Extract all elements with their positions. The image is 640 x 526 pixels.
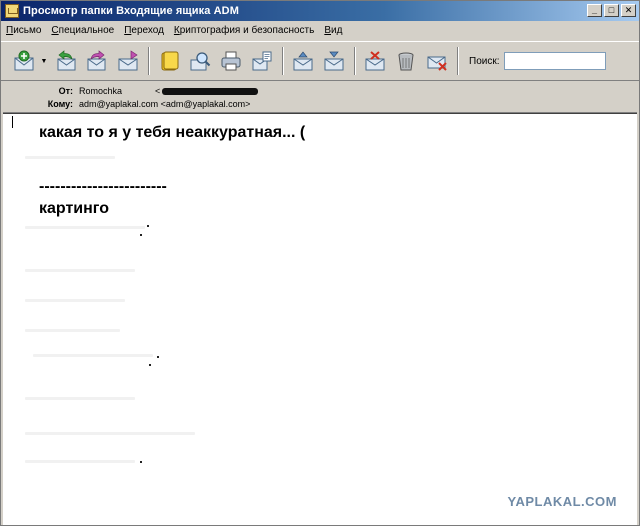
delete-mark-button[interactable] <box>360 46 390 76</box>
toolbar: ▼ Поиск: <box>1 41 639 81</box>
move-up-icon <box>293 51 313 71</box>
close-button[interactable]: ✕ <box>621 4 636 17</box>
menu-letter[interactable]: Письмо <box>1 25 46 36</box>
menu-crypto[interactable]: Криптография и безопасность <box>169 25 319 36</box>
menu-view[interactable]: Вид <box>319 25 347 36</box>
search-input[interactable] <box>503 52 606 70</box>
menu-bar: Письмо Специальное Переход Криптография … <box>1 21 639 40</box>
trash-button[interactable] <box>391 46 421 76</box>
to-row: Кому: adm@yaplakal.com <adm@yaplakal.com… <box>3 97 251 110</box>
chevron-down-icon[interactable]: ▼ <box>40 46 48 76</box>
toolbar-separator <box>148 47 150 75</box>
search-mail-button[interactable] <box>185 46 215 76</box>
maximize-button[interactable]: □ <box>604 4 619 17</box>
from-label: От: <box>58 85 73 96</box>
faint-artifact <box>25 432 195 435</box>
faint-artifact <box>25 156 115 159</box>
yaplakal-watermark: YAPLAKAL.COM <box>507 494 617 509</box>
print-button[interactable] <box>216 46 246 76</box>
speck <box>140 461 142 463</box>
move-up-button[interactable] <box>288 46 318 76</box>
message-headers: От: Romochka < Кому: adm@yaplakal.com <a… <box>3 82 637 113</box>
new-mail-button[interactable] <box>9 46 39 76</box>
faint-artifact <box>25 299 125 302</box>
speck <box>157 356 159 358</box>
menu-go[interactable]: Переход <box>119 25 169 36</box>
send-receive-icon <box>118 50 138 71</box>
send-receive-button[interactable] <box>113 46 143 76</box>
block-icon <box>427 56 447 71</box>
trash-icon <box>398 52 414 71</box>
new-mail-icon <box>14 50 34 71</box>
menu-special[interactable]: Специальное <box>46 25 119 36</box>
notes-icon <box>161 51 179 71</box>
speck <box>140 234 142 236</box>
envelope-app-icon <box>5 4 19 18</box>
block-button[interactable] <box>422 46 452 76</box>
faint-artifact <box>25 329 120 332</box>
from-row: От: Romochka < <box>3 84 259 97</box>
mail-window: Просмотр папки Входящие ящика ADM _ □ ✕ … <box>0 0 640 526</box>
message-signature: картинго <box>39 200 110 217</box>
toolbar-separator <box>457 47 459 75</box>
faint-artifact <box>25 460 135 463</box>
reply-icon <box>57 50 76 71</box>
to-address[interactable]: adm@yaplakal.com <adm@yaplakal.com> <box>79 99 250 109</box>
search-mail-icon <box>190 52 211 71</box>
text-caret <box>12 116 13 128</box>
faint-artifact <box>25 397 135 400</box>
search-label: Поиск: <box>469 55 500 67</box>
reply-button[interactable] <box>51 46 81 76</box>
title-bar[interactable]: Просмотр папки Входящие ящика ADM _ □ ✕ <box>1 1 639 21</box>
window-controls: _ □ ✕ <box>587 4 636 17</box>
faint-artifact <box>25 226 145 229</box>
from-name[interactable]: Romochka <box>79 86 155 96</box>
faint-artifact <box>33 354 153 357</box>
from-address[interactable]: < <box>155 86 259 96</box>
move-down-icon <box>324 51 344 71</box>
minimize-button[interactable]: _ <box>587 4 602 17</box>
message-line: какая то я у тебя неаккуратная... ( <box>39 124 306 141</box>
toolbar-separator <box>282 47 284 75</box>
delete-mark-icon <box>365 51 385 71</box>
redacted-address <box>162 87 259 95</box>
message-body[interactable]: какая то я у тебя неаккуратная... ( ----… <box>3 113 637 525</box>
forward-icon <box>87 50 106 71</box>
compose-button[interactable] <box>247 46 277 76</box>
move-down-button[interactable] <box>319 46 349 76</box>
notes-button[interactable] <box>154 46 184 76</box>
faint-artifact <box>25 269 135 272</box>
window-title: Просмотр папки Входящие ящика ADM <box>23 5 239 17</box>
print-icon <box>221 51 241 71</box>
toolbar-separator <box>354 47 356 75</box>
speck <box>147 225 149 227</box>
forward-button[interactable] <box>82 46 112 76</box>
to-label: Кому: <box>47 98 73 109</box>
compose-icon <box>252 51 272 71</box>
message-divider: ------------------------ <box>39 178 167 195</box>
speck <box>149 364 151 366</box>
